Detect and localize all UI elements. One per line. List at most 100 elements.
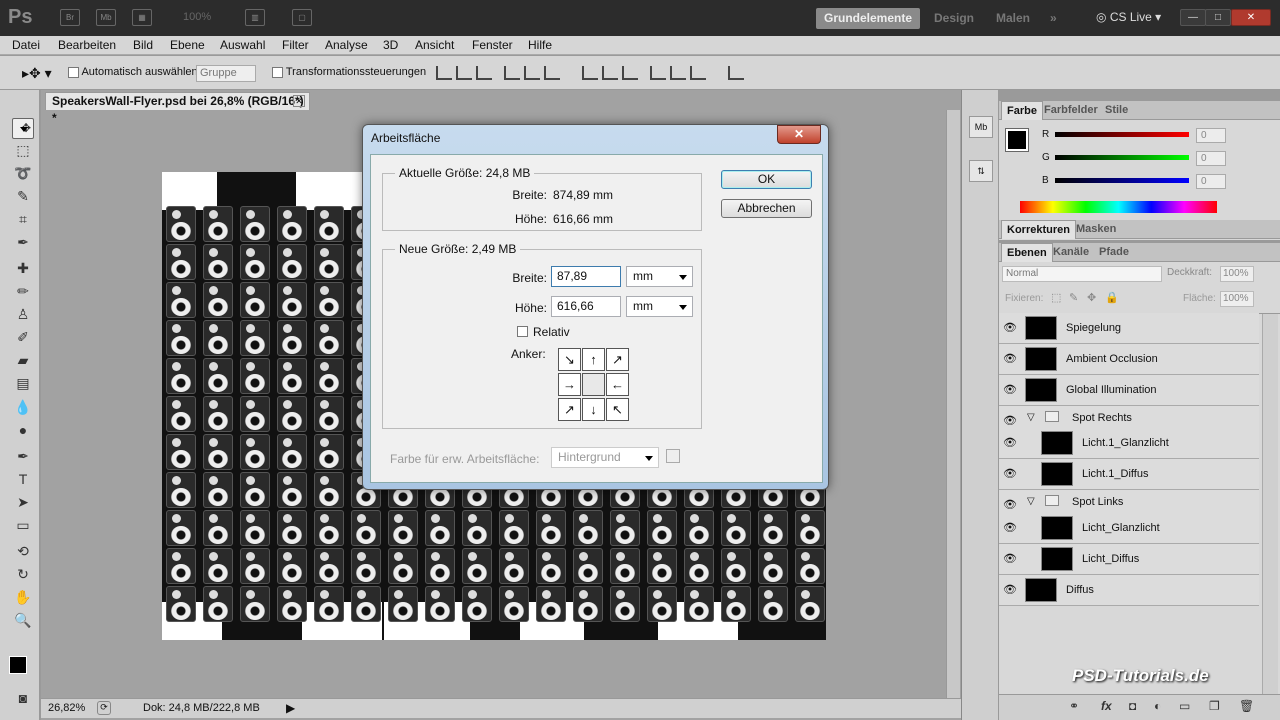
group-expand-icon[interactable]: ▽ [1027, 412, 1035, 423]
healing-brush-tool-icon[interactable]: ✚ [12, 258, 34, 278]
visibility-eye-icon[interactable]: 👁 [1003, 552, 1017, 566]
new-layer-icon[interactable]: ❐ [1209, 699, 1220, 713]
history-brush-tool-icon[interactable]: ✐ [12, 327, 34, 347]
anchor-left[interactable]: → [558, 373, 581, 396]
visibility-eye-icon[interactable]: 👁 [1003, 467, 1017, 481]
align-vcenter-icon[interactable] [456, 66, 472, 80]
distribute-right-icon[interactable] [690, 66, 706, 80]
tab-korrekturen[interactable]: Korrekturen [1001, 220, 1076, 239]
lasso-tool-icon[interactable]: ➰ [12, 163, 34, 183]
minibridge-panel-icon[interactable]: Mb [969, 116, 993, 138]
lock-transparency-icon[interactable]: ⬚ [1051, 291, 1061, 304]
link-layers-icon[interactable]: ⚭ [1069, 699, 1079, 713]
align-bottom-icon[interactable] [476, 66, 492, 80]
brush-tool-icon[interactable]: ✏ [12, 281, 34, 301]
move-tool-icon[interactable]: ✥ [12, 118, 34, 139]
auto-select-option[interactable]: Automatisch auswählen: [68, 66, 201, 78]
align-left-icon[interactable] [504, 66, 520, 80]
new-group-icon[interactable]: ▭ [1179, 699, 1190, 713]
channel-r-slider[interactable] [1055, 132, 1189, 137]
distribute-bottom-icon[interactable] [622, 66, 638, 80]
zoom-tool-icon[interactable]: 🔍 [12, 610, 34, 630]
dialog-close-icon[interactable]: ✕ [777, 125, 821, 144]
pen-tool-icon[interactable]: ✒ [12, 446, 34, 466]
auto-select-checkbox[interactable] [68, 66, 79, 78]
menu-datei[interactable]: Datei [12, 38, 40, 52]
tab-pfade[interactable]: Pfade [1099, 246, 1129, 258]
ok-button[interactable]: OK [721, 170, 812, 189]
transform-controls-checkbox[interactable] [272, 66, 283, 78]
channel-r-value[interactable]: 0 [1196, 128, 1226, 143]
channel-g-value[interactable]: 0 [1196, 151, 1226, 166]
tab-kanaele[interactable]: Kanäle [1053, 246, 1089, 258]
hand-tool-icon[interactable]: ✋ [12, 587, 34, 607]
menu-analyse[interactable]: Analyse [325, 38, 368, 52]
minimize-icon[interactable]: — [1180, 9, 1206, 26]
clone-stamp-tool-icon[interactable]: ♙ [12, 304, 34, 324]
layer-row[interactable]: 👁 Ambient Occlusion [999, 344, 1259, 375]
shape-tool-icon[interactable]: ▭ [12, 515, 34, 535]
marquee-tool-icon[interactable]: ⬚ [12, 140, 34, 160]
quick-selection-tool-icon[interactable]: ✎ [12, 186, 34, 206]
status-zoom[interactable]: 26,82% [48, 702, 85, 714]
new-width-input[interactable]: 87,89 [551, 266, 621, 287]
anchor-center[interactable] [582, 373, 605, 396]
channel-b-value[interactable]: 0 [1196, 174, 1226, 189]
gradient-tool-icon[interactable]: ▤ [12, 373, 34, 393]
menu-bild[interactable]: Bild [133, 38, 153, 52]
layer-style-icon[interactable]: fx [1101, 699, 1112, 713]
menu-3d[interactable]: 3D [383, 38, 398, 52]
color-spectrum-bar[interactable] [1020, 201, 1217, 213]
anchor-top-right[interactable]: ↗ [606, 348, 629, 371]
vertical-scrollbar[interactable] [946, 110, 960, 700]
eraser-tool-icon[interactable]: ▰ [12, 350, 34, 370]
anchor-bottom-right[interactable]: ↖ [606, 398, 629, 421]
menu-auswahl[interactable]: Auswahl [220, 38, 265, 52]
distribute-top-icon[interactable] [582, 66, 598, 80]
anchor-top[interactable]: ↑ [582, 348, 605, 371]
visibility-eye-icon[interactable]: 👁 [1003, 436, 1017, 450]
transform-controls-option[interactable]: Transformationssteuerungen [272, 66, 426, 78]
tab-ebenen[interactable]: Ebenen [1001, 243, 1053, 262]
document-tab[interactable]: SpeakersWall-Flyer.psd bei 26,8% (RGB/16… [45, 92, 310, 125]
group-expand-icon[interactable]: ▽ [1027, 496, 1035, 507]
distribute-left-icon[interactable] [650, 66, 666, 80]
workspace-grundelemente[interactable]: Grundelemente [816, 8, 921, 29]
screen-mode-icon[interactable]: ▢ [292, 9, 312, 26]
quick-mask-icon[interactable]: ◙ [12, 688, 34, 708]
eyedropper-tool-icon[interactable]: ✒ [12, 232, 34, 252]
dodge-tool-icon[interactable]: ● [12, 420, 34, 440]
workspace-design[interactable]: Design [926, 8, 982, 29]
view-extras-icon[interactable]: ▦ [132, 9, 152, 26]
lock-position-icon[interactable]: ✥ [1087, 291, 1096, 304]
cs-live-button[interactable]: ◎ CS Live ▾ [1096, 10, 1161, 24]
extension-color-swatch[interactable] [666, 449, 680, 463]
opacity-field[interactable]: 100% [1220, 266, 1254, 282]
visibility-eye-icon[interactable]: 👁 [1003, 498, 1017, 512]
distribute-vcenter-icon[interactable] [602, 66, 618, 80]
menu-hilfe[interactable]: Hilfe [528, 38, 552, 52]
channel-g-slider[interactable] [1055, 155, 1189, 160]
lock-image-icon[interactable]: ✎ [1069, 291, 1078, 304]
menu-ebene[interactable]: Ebene [170, 38, 205, 52]
align-hcenter-icon[interactable] [524, 66, 540, 80]
foreground-color-swatch[interactable] [9, 656, 27, 674]
delete-layer-icon[interactable]: 🗑 [1239, 699, 1254, 713]
new-height-input[interactable]: 616,66 [551, 296, 621, 317]
workspace-malen[interactable]: Malen [988, 8, 1038, 29]
auto-select-type-dropdown[interactable]: Gruppe [196, 65, 256, 82]
status-share-icon[interactable]: ⟳ [97, 701, 111, 715]
visibility-eye-icon[interactable]: 👁 [1003, 414, 1017, 428]
minibridge-icon[interactable]: Mb [96, 9, 116, 26]
relative-checkbox[interactable] [517, 326, 528, 337]
menu-filter[interactable]: Filter [282, 38, 309, 52]
blur-tool-icon[interactable]: 💧 [12, 397, 34, 417]
menu-bearbeiten[interactable]: Bearbeiten [58, 38, 116, 52]
visibility-eye-icon[interactable]: 👁 [1003, 352, 1017, 366]
arrange-documents-icon[interactable]: ▥ [245, 9, 265, 26]
bridge-icon[interactable]: Br [60, 9, 80, 26]
close-icon[interactable]: ✕ [1231, 9, 1271, 26]
visibility-eye-icon[interactable]: 👁 [1003, 383, 1017, 397]
layer-row[interactable]: 👁 Global Illumination [999, 375, 1259, 406]
visibility-eye-icon[interactable]: 👁 [1003, 583, 1017, 597]
